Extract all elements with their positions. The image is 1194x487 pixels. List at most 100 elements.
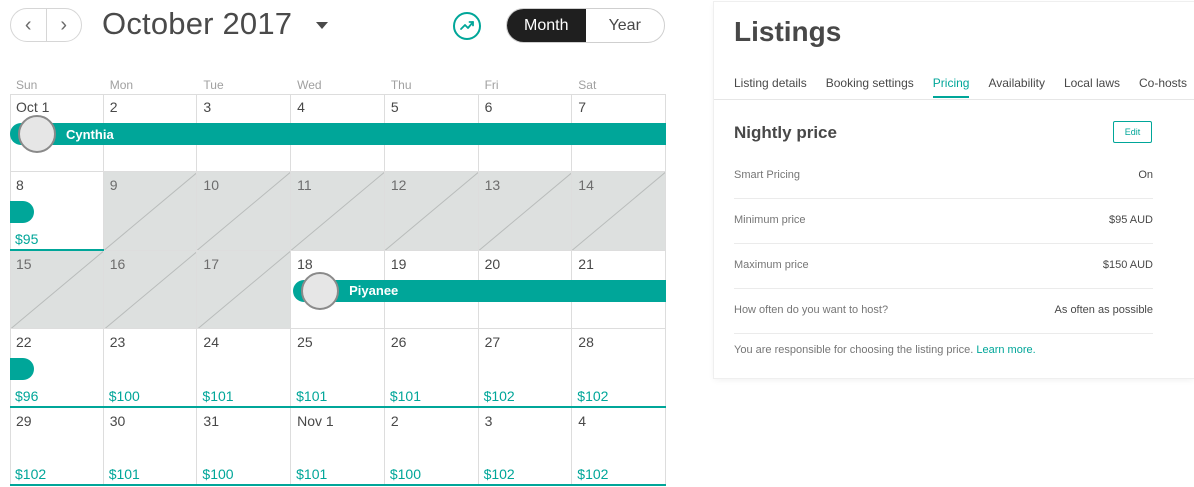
tab-availability[interactable]: Availability	[988, 76, 1044, 98]
calendar-day[interactable]: Nov 1 $101	[291, 407, 385, 486]
pricing-row: Minimum price $95 AUD	[734, 199, 1153, 244]
learn-more-link[interactable]: Learn more.	[976, 344, 1035, 356]
weekday-label: Fri	[484, 78, 499, 92]
calendar-day[interactable]: 31 $100	[197, 407, 292, 486]
pricing-row-value: As often as possible	[1054, 304, 1153, 316]
tab-local-laws[interactable]: Local laws	[1064, 76, 1120, 98]
day-price: $102	[483, 465, 515, 482]
chevron-right-icon[interactable]: ›	[45, 9, 82, 41]
reservation-bar[interactable]: Cynthia	[10, 123, 666, 145]
day-price: $101	[389, 387, 421, 404]
calendar-day-blocked[interactable]: 9	[103, 172, 198, 251]
weekday-label: Sun	[16, 78, 38, 92]
day-price: $102	[577, 387, 609, 404]
calendar-day[interactable]: 25 $101	[291, 329, 385, 408]
calendar-day[interactable]: 26 $101	[384, 329, 479, 408]
chevron-down-icon[interactable]	[316, 22, 328, 29]
day-number: 17	[203, 255, 219, 272]
trending-up-icon[interactable]	[453, 12, 481, 40]
price-week-line	[10, 248, 104, 251]
calendar-day-blocked[interactable]: 15	[10, 250, 104, 330]
view-toggle: Month Year	[506, 8, 665, 43]
day-number: 3	[484, 412, 493, 429]
price-week-line	[10, 484, 666, 486]
calendar-day[interactable]: 3 $102	[478, 407, 573, 486]
day-number: 24	[203, 334, 219, 351]
month-view-button[interactable]: Month	[507, 9, 586, 42]
day-number: 22	[16, 334, 32, 351]
day-price: $100	[202, 465, 234, 482]
tab-pricing[interactable]: Pricing	[932, 76, 970, 98]
tab-booking-settings[interactable]: Booking settings	[826, 76, 914, 98]
day-number: 5	[390, 99, 399, 115]
day-number: 20	[484, 255, 501, 272]
day-number: 21	[578, 255, 594, 272]
weekday-label: Tue	[203, 78, 224, 92]
calendar-day[interactable]: 24 $101	[197, 329, 292, 408]
weekday-label: Thu	[390, 78, 412, 92]
day-number: 16	[109, 255, 126, 272]
day-price: $101	[108, 465, 140, 482]
pricing-row-value: On	[1138, 169, 1153, 181]
reservation-continuation[interactable]	[10, 201, 34, 224]
calendar-day[interactable]: 2 $100	[384, 407, 479, 486]
panel-title: Listings	[734, 16, 842, 47]
day-number: 30	[109, 412, 126, 429]
day-price: $102	[577, 465, 609, 482]
calendar-day-blocked[interactable]: 13	[478, 172, 573, 251]
year-view-button[interactable]: Year	[586, 9, 665, 42]
calendar-day[interactable]: 28 $102	[572, 329, 666, 408]
pricing-row: How often do you want to host? As often a…	[734, 289, 1153, 334]
chevron-left-icon[interactable]: ‹	[11, 9, 46, 41]
calendar-day[interactable]: 23 $100	[103, 329, 198, 408]
avatar[interactable]	[18, 115, 56, 153]
guest-name: Piyanee	[349, 283, 399, 299]
footnote: You are responsible for choosing the lis…	[734, 344, 1036, 356]
edit-button[interactable]: Edit	[1113, 121, 1152, 143]
day-number: 23	[109, 334, 126, 351]
tab-co-hosts[interactable]: Co-hosts	[1139, 76, 1187, 98]
day-number: 10	[203, 177, 219, 194]
day-number: 28	[578, 334, 594, 351]
day-number: 3	[203, 99, 212, 115]
day-number: 9	[109, 177, 118, 194]
day-number: 6	[484, 99, 493, 115]
day-number: 11	[297, 177, 312, 194]
calendar-day-blocked[interactable]: 17	[197, 250, 292, 330]
calendar-day-blocked[interactable]: 12	[384, 172, 479, 251]
calendar-day[interactable]: 29 $102	[10, 407, 104, 486]
calendar-day-blocked[interactable]: 14	[572, 172, 666, 251]
month-title: October 2017	[102, 6, 293, 41]
pricing-row-label: Smart Pricing	[734, 169, 801, 181]
day-number: 13	[484, 177, 501, 194]
day-number: Oct 1	[16, 99, 50, 115]
month-navigation: ‹ ›	[10, 8, 82, 42]
day-number: 15	[16, 255, 32, 272]
day-price: $100	[389, 465, 421, 482]
avatar[interactable]	[301, 271, 340, 310]
calendar-day[interactable]: 27 $102	[478, 329, 573, 408]
day-number: 2	[109, 99, 118, 115]
pricing-row-label: Maximum price	[734, 259, 809, 271]
day-number: 19	[390, 255, 407, 272]
day-number: 8	[16, 177, 24, 194]
day-price: $101	[296, 387, 328, 404]
day-number: 2	[390, 412, 399, 429]
day-number: 7	[578, 99, 587, 115]
calendar-day-blocked[interactable]: 10	[197, 172, 292, 251]
pricing-row: Smart Pricing On	[734, 154, 1153, 199]
day-number: 26	[390, 334, 407, 351]
pricing-row-label: Minimum price	[734, 214, 806, 226]
day-number: 12	[390, 177, 407, 194]
calendar-day-blocked[interactable]: 16	[103, 250, 198, 330]
calendar-day[interactable]: 4 $102	[572, 407, 666, 486]
reservation-continuation[interactable]	[10, 358, 34, 381]
reservation-bar[interactable]: Piyanee	[293, 279, 666, 302]
day-number: 31	[203, 412, 219, 429]
day-number: 14	[578, 177, 594, 194]
calendar-day[interactable]: 30 $101	[103, 407, 198, 486]
calendar-day-blocked[interactable]: 11	[291, 172, 385, 251]
tab-listing-details[interactable]: Listing details	[734, 76, 807, 98]
blocked-hatch	[104, 172, 197, 250]
day-number: Nov 1	[297, 412, 334, 429]
